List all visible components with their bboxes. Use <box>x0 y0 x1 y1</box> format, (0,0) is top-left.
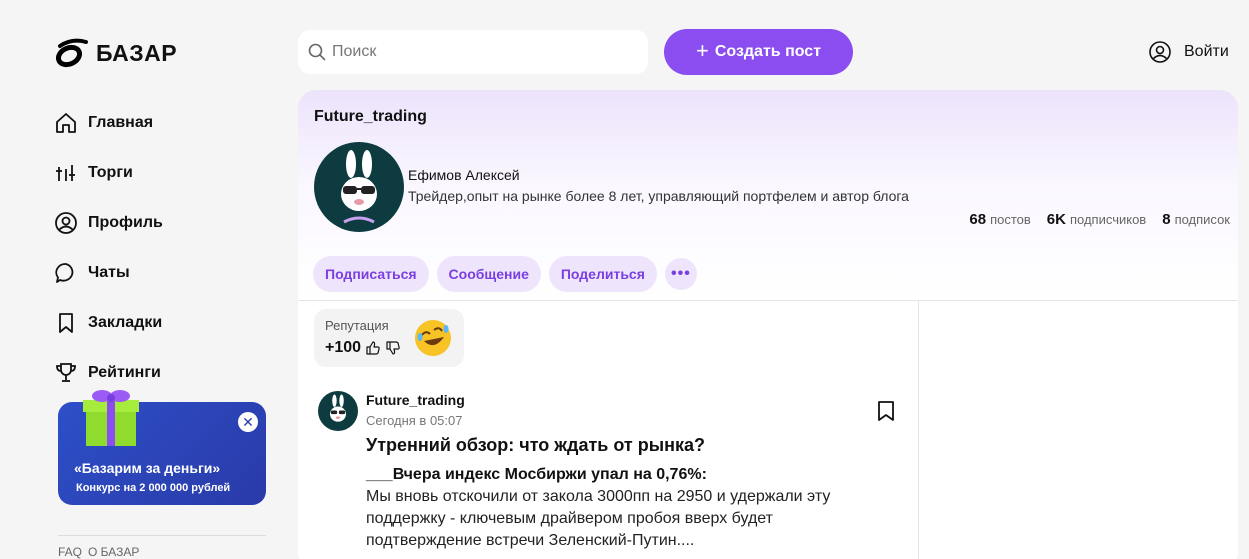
user-icon <box>1149 41 1171 63</box>
reputation-value: +100 <box>325 339 401 357</box>
rabbit-avatar-icon <box>330 394 346 422</box>
post-timestamp: Сегодня в 05:07 <box>366 413 463 428</box>
rabbit-avatar-icon <box>341 150 377 224</box>
sidebar-item-label: Чаты <box>88 264 130 281</box>
more-icon[interactable]: ••• <box>664 258 697 290</box>
search-input[interactable] <box>332 43 632 61</box>
sidebar-item-label: Профиль <box>88 214 163 231</box>
footer-link-about[interactable]: О БАЗАР <box>88 545 139 559</box>
close-icon[interactable]: ✕ <box>238 412 258 432</box>
laughing-emoji-icon <box>415 320 451 356</box>
search-box[interactable] <box>298 30 648 74</box>
bookmark-icon[interactable] <box>876 400 896 422</box>
post-author-name[interactable]: Future_trading <box>366 392 465 408</box>
login-label: Войти <box>1184 43 1229 60</box>
profile-icon <box>55 212 77 234</box>
logo-mark-icon <box>55 38 88 68</box>
create-post-label: Создать пост <box>714 43 822 60</box>
sidebar-item-profile[interactable]: Профиль <box>54 198 274 248</box>
footer-link-faq[interactable]: FAQ <box>58 545 82 559</box>
channel-card: Future_trading Ефимов Алексей Трейдер,оп… <box>298 90 1238 559</box>
sidebar-item-label: Главная <box>88 114 154 131</box>
promo-banner[interactable]: ✕ «Базарим за деньги» Конкурс на 2 000 0… <box>58 390 266 505</box>
sidebar-item-label: Закладки <box>88 314 163 331</box>
login-button[interactable]: Войти <box>1148 40 1229 64</box>
logo[interactable]: БАЗАР <box>54 36 177 70</box>
channel-avatar[interactable] <box>314 142 404 232</box>
post-title[interactable]: Утренний обзор: что ждать от рынка? <box>366 435 705 456</box>
channel-title: Future_trading <box>314 108 427 125</box>
post-body: Мы вновь отскочили от закола 3000пп на 2… <box>366 488 831 549</box>
chat-icon <box>55 263 74 283</box>
trophy-icon <box>56 363 76 382</box>
footer-links: FAQ О БАЗАР <box>58 545 139 559</box>
home-icon <box>56 113 76 133</box>
thumbs-up-icon[interactable] <box>365 340 381 356</box>
message-button[interactable]: Сообщение <box>436 256 541 292</box>
thumbs-down-icon[interactable] <box>385 340 401 356</box>
subscriptions-stat[interactable]: 8 подписок <box>1162 211 1230 228</box>
plus-icon: + <box>695 38 709 63</box>
author-name: Ефимов Алексей <box>408 167 520 183</box>
post-author-avatar[interactable] <box>318 391 358 431</box>
trading-icon <box>56 165 75 181</box>
post-subtitle: ___Вчера индекс Мосбиржи упал на 0,76%: <box>366 466 707 483</box>
create-post-button[interactable]: + Создать пост <box>664 29 853 75</box>
sidebar-item-label: Торги <box>88 164 133 181</box>
subscribe-button[interactable]: Подписаться <box>313 256 429 292</box>
author-description: Трейдер,опыт на рынке более 8 лет, управ… <box>408 188 909 204</box>
bookmark-icon <box>59 313 73 333</box>
channel-stats: 68 постов 6K подписчиков 8 подписок <box>969 211 1230 228</box>
gift-icon <box>83 390 139 446</box>
sidebar-item-label: Рейтинги <box>88 364 161 381</box>
brand-name: БАЗАР <box>96 39 178 66</box>
sidebar-item-home[interactable]: Главная <box>54 98 274 148</box>
reputation-card: Репутация +100 <box>314 309 464 367</box>
posts-stat[interactable]: 68 постов <box>969 211 1030 228</box>
sidebar-item-chats[interactable]: Чаты <box>54 248 274 298</box>
footer-divider <box>58 535 266 536</box>
reputation-label: Репутация <box>325 318 389 333</box>
sidebar-nav: Главная Торги Профиль Чаты Закладки Рейт… <box>54 98 274 398</box>
column-divider <box>918 300 919 559</box>
promo-subtitle: Конкурс на 2 000 000 рублей <box>76 482 231 494</box>
channel-actions: Подписаться Сообщение Поделиться ••• <box>313 256 697 292</box>
promo-title: «Базарим за деньги» <box>74 460 221 476</box>
sidebar-item-trading[interactable]: Торги <box>54 148 274 198</box>
share-button[interactable]: Поделиться <box>548 256 657 292</box>
search-icon <box>308 43 326 61</box>
section-divider <box>298 300 1238 301</box>
sidebar-item-bookmarks[interactable]: Закладки <box>54 298 274 348</box>
subscribers-stat[interactable]: 6K подписчиков <box>1047 211 1146 228</box>
